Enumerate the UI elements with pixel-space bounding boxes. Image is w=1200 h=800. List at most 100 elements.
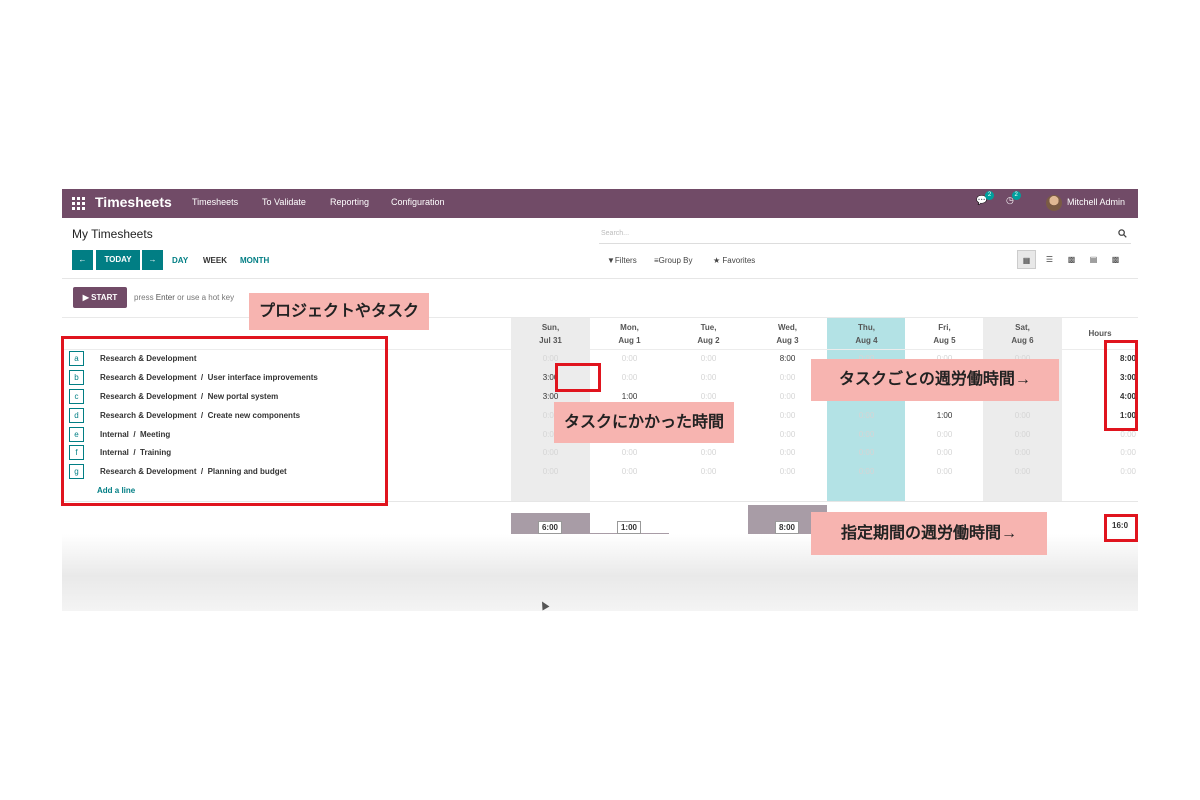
highlight-box-weekly-hours xyxy=(1104,340,1138,431)
group-by-button[interactable]: ≡Group By xyxy=(654,256,692,265)
messages-button[interactable]: 💬 2 xyxy=(976,191,995,206)
range-day[interactable]: DAY xyxy=(172,256,188,265)
timesheet-cell[interactable]: 0:00 xyxy=(983,430,1062,439)
timesheet-cell[interactable]: 0:00 xyxy=(669,467,748,476)
filters-button[interactable]: ▼Filters xyxy=(607,256,637,265)
search-input[interactable]: Search... xyxy=(599,226,1131,244)
range-month[interactable]: MONTH xyxy=(240,256,269,265)
today-button[interactable]: TODAY xyxy=(96,250,140,270)
activities-button[interactable]: ◷ 2 xyxy=(1006,191,1021,206)
list-icon: ☰ xyxy=(1045,255,1054,264)
view-list-button[interactable]: ☰ xyxy=(1040,250,1059,269)
timesheet-cell[interactable]: 0:00 xyxy=(748,467,827,476)
kanban-icon: ▩ xyxy=(1067,255,1076,264)
messages-badge: 2 xyxy=(984,191,995,200)
row-total: 0:00 xyxy=(1120,430,1136,439)
timesheet-cell[interactable]: 0:00 xyxy=(590,373,669,382)
callout-projects-tasks: プロジェクトやタスク xyxy=(249,293,430,330)
highlight-box-total-hours xyxy=(1104,514,1138,542)
group-by-label: Group By xyxy=(658,256,693,265)
menu-configuration[interactable]: Configuration xyxy=(391,197,445,207)
hint-prefix: press xyxy=(134,293,154,302)
day-of-week: Sun, xyxy=(541,323,560,332)
timer-hint: press Enter or use a hot key xyxy=(134,293,234,302)
favorites-button[interactable]: ★ Favorites xyxy=(713,256,755,265)
range-week[interactable]: WEEK xyxy=(203,256,227,265)
timesheet-cell[interactable]: 0:00 xyxy=(590,448,669,457)
callout-weekly-hours-total: 指定期間の週労働時間→ xyxy=(811,512,1048,555)
arrow-left-icon: ← xyxy=(78,255,87,264)
timesheet-cell[interactable]: 0:00 xyxy=(590,467,669,476)
day-total-label: 1:00 xyxy=(617,521,641,534)
row-total: 0:00 xyxy=(1120,448,1136,457)
hint-key: Enter xyxy=(155,293,175,302)
play-icon: ▶ xyxy=(82,293,89,302)
avatar[interactable] xyxy=(1046,195,1062,211)
app-name[interactable]: Timesheets xyxy=(95,194,172,210)
day-header: Tue, Aug 2 xyxy=(669,321,748,347)
callout-task-time: タスクにかかった時間 xyxy=(554,402,735,443)
view-graph-button[interactable]: ▩ xyxy=(1106,250,1125,269)
day-header: Sun, Jul 31 xyxy=(511,321,590,347)
control-panel-divider xyxy=(62,278,1138,279)
next-button[interactable]: → xyxy=(142,250,163,270)
day-total-label: 6:00 xyxy=(538,521,562,534)
timesheet-cell[interactable]: 0:00 xyxy=(748,448,827,457)
timesheet-cell[interactable]: 0:00 xyxy=(511,354,590,363)
menu-timesheets[interactable]: Timesheets xyxy=(192,197,238,207)
apps-menu-icon[interactable] xyxy=(72,197,85,210)
day-date: Aug 3 xyxy=(776,336,799,345)
user-name[interactable]: Mitchell Admin xyxy=(1067,197,1125,207)
timesheet-cell[interactable]: 0:00 xyxy=(983,448,1062,457)
row-total: 0:00 xyxy=(1120,467,1136,476)
timesheet-cell[interactable]: 0:00 xyxy=(827,448,906,457)
timesheet-cell[interactable]: 0:00 xyxy=(669,373,748,382)
menu-to-validate[interactable]: To Validate xyxy=(262,197,306,207)
day-date: Aug 6 xyxy=(1011,336,1034,345)
callout-weekly-hours-per-task: タスクごとの週労働時間→ xyxy=(811,359,1059,401)
start-timer-button[interactable]: ▶ START xyxy=(73,287,127,308)
previous-button[interactable]: ← xyxy=(72,250,93,270)
activities-badge: 2 xyxy=(1011,191,1021,200)
day-of-week: Sat, xyxy=(1015,323,1030,332)
timesheet-cell[interactable]: 0:00 xyxy=(748,411,827,420)
day-date: Aug 1 xyxy=(618,336,641,345)
search-icon[interactable] xyxy=(1118,229,1127,238)
filter-icon: ▼ xyxy=(607,256,615,265)
timesheet-cell[interactable]: 0:00 xyxy=(905,467,984,476)
timesheet-cell[interactable]: 0:00 xyxy=(827,411,906,420)
timesheet-cell[interactable]: 0:00 xyxy=(983,467,1062,476)
menu-reporting[interactable]: Reporting xyxy=(330,197,369,207)
timesheet-cell[interactable]: 0:00 xyxy=(669,448,748,457)
day-header: Sat, Aug 6 xyxy=(983,321,1062,347)
day-of-week: Tue, xyxy=(700,323,717,332)
timesheet-cell[interactable]: 3:00 xyxy=(511,392,590,401)
view-grid-button[interactable]: ▦ xyxy=(1017,250,1036,269)
timesheet-cell[interactable]: 0:00 xyxy=(669,354,748,363)
day-of-week: Mon, xyxy=(620,323,639,332)
day-header: Wed, Aug 3 xyxy=(748,321,827,347)
start-label: START xyxy=(91,293,118,302)
timesheet-cell[interactable]: 0:00 xyxy=(983,411,1062,420)
day-of-week: Thu, xyxy=(858,323,875,332)
timesheet-cell[interactable]: 0:00 xyxy=(827,467,906,476)
day-total-label: 8:00 xyxy=(775,521,799,534)
timesheet-cell[interactable]: 0:00 xyxy=(905,430,984,439)
day-date: Aug 4 xyxy=(855,336,878,345)
top-navbar: Timesheets Timesheets To Validate Report… xyxy=(62,189,1138,218)
pivot-icon: ▤ xyxy=(1089,255,1098,264)
timesheet-cell[interactable]: 0:00 xyxy=(748,430,827,439)
timesheet-cell[interactable]: 0:00 xyxy=(669,392,748,401)
timesheet-cell[interactable]: 0:00 xyxy=(905,448,984,457)
timesheet-cell[interactable]: 0:00 xyxy=(827,430,906,439)
day-of-week: Wed, xyxy=(778,323,797,332)
day-header: Thu, Aug 4 xyxy=(827,321,906,347)
timesheet-cell[interactable]: 0:00 xyxy=(511,467,590,476)
view-pivot-button[interactable]: ▤ xyxy=(1084,250,1103,269)
timesheet-cell[interactable]: 1:00 xyxy=(905,411,984,420)
timesheet-cell[interactable]: 1:00 xyxy=(590,392,669,401)
view-kanban-button[interactable]: ▩ xyxy=(1062,250,1081,269)
timesheet-cell[interactable]: 0:00 xyxy=(511,448,590,457)
timesheet-cell[interactable]: 0:00 xyxy=(590,354,669,363)
day-date: Aug 5 xyxy=(933,336,956,345)
